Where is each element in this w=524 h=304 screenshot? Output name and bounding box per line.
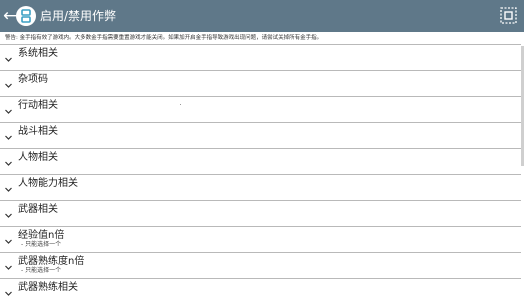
select-all-icon[interactable] [500,7,517,24]
category-row-exp-multiplier[interactable]: 经验值n倍 - 只能选择一个 [0,226,521,252]
chevron-down-icon [5,57,12,62]
category-subtitle: - 只能选择一个 [21,241,62,248]
chevron-down-icon [5,265,12,270]
cheat-category-list: 系统相关 杂项码 行动相关 战斗相关 人物相关 人物能力相关 武器相关 经验值n… [0,44,521,304]
category-label: 武器熟练相关 [18,282,78,293]
category-row-character-ability[interactable]: 人物能力相关 [0,174,521,200]
chevron-down-icon [5,239,12,244]
chevron-down-icon [5,213,12,218]
category-label: 系统相关 [18,48,58,59]
category-row-weapon[interactable]: 武器相关 [0,200,521,226]
category-subtitle: - 只能选择一个 [21,267,62,274]
category-label: 行动相关 [18,100,58,111]
category-row-weapon-proficiency[interactable]: 武器熟练相关 [0,278,521,304]
chevron-down-icon [5,135,12,140]
category-row-system[interactable]: 系统相关 [0,44,521,70]
category-row-character[interactable]: 人物相关 [0,148,521,174]
chevron-down-icon [5,161,12,166]
category-label: 人物相关 [18,152,58,163]
page-title: 启用/禁用作弊 [40,9,117,23]
category-label: 武器相关 [18,204,58,215]
category-label: 杂项码 [18,74,48,85]
category-label: 人物能力相关 [18,178,78,189]
category-row-weapon-proficiency-multiplier[interactable]: 武器熟练度n倍 - 只能选择一个 [0,252,521,278]
category-row-misc[interactable]: 杂项码 [0,70,521,96]
app-bar: ← 启用/禁用作弊 [0,0,524,32]
app-logo-icon [16,6,36,26]
category-label: 战斗相关 [18,126,58,137]
category-row-battle[interactable]: 战斗相关 [0,122,521,148]
category-row-action[interactable]: 行动相关 [0,96,521,122]
stray-dot [180,104,181,105]
chevron-down-icon [5,109,12,114]
back-arrow-icon[interactable]: ← [3,5,17,27]
chevron-down-icon [5,187,12,192]
chevron-down-icon [5,83,12,88]
